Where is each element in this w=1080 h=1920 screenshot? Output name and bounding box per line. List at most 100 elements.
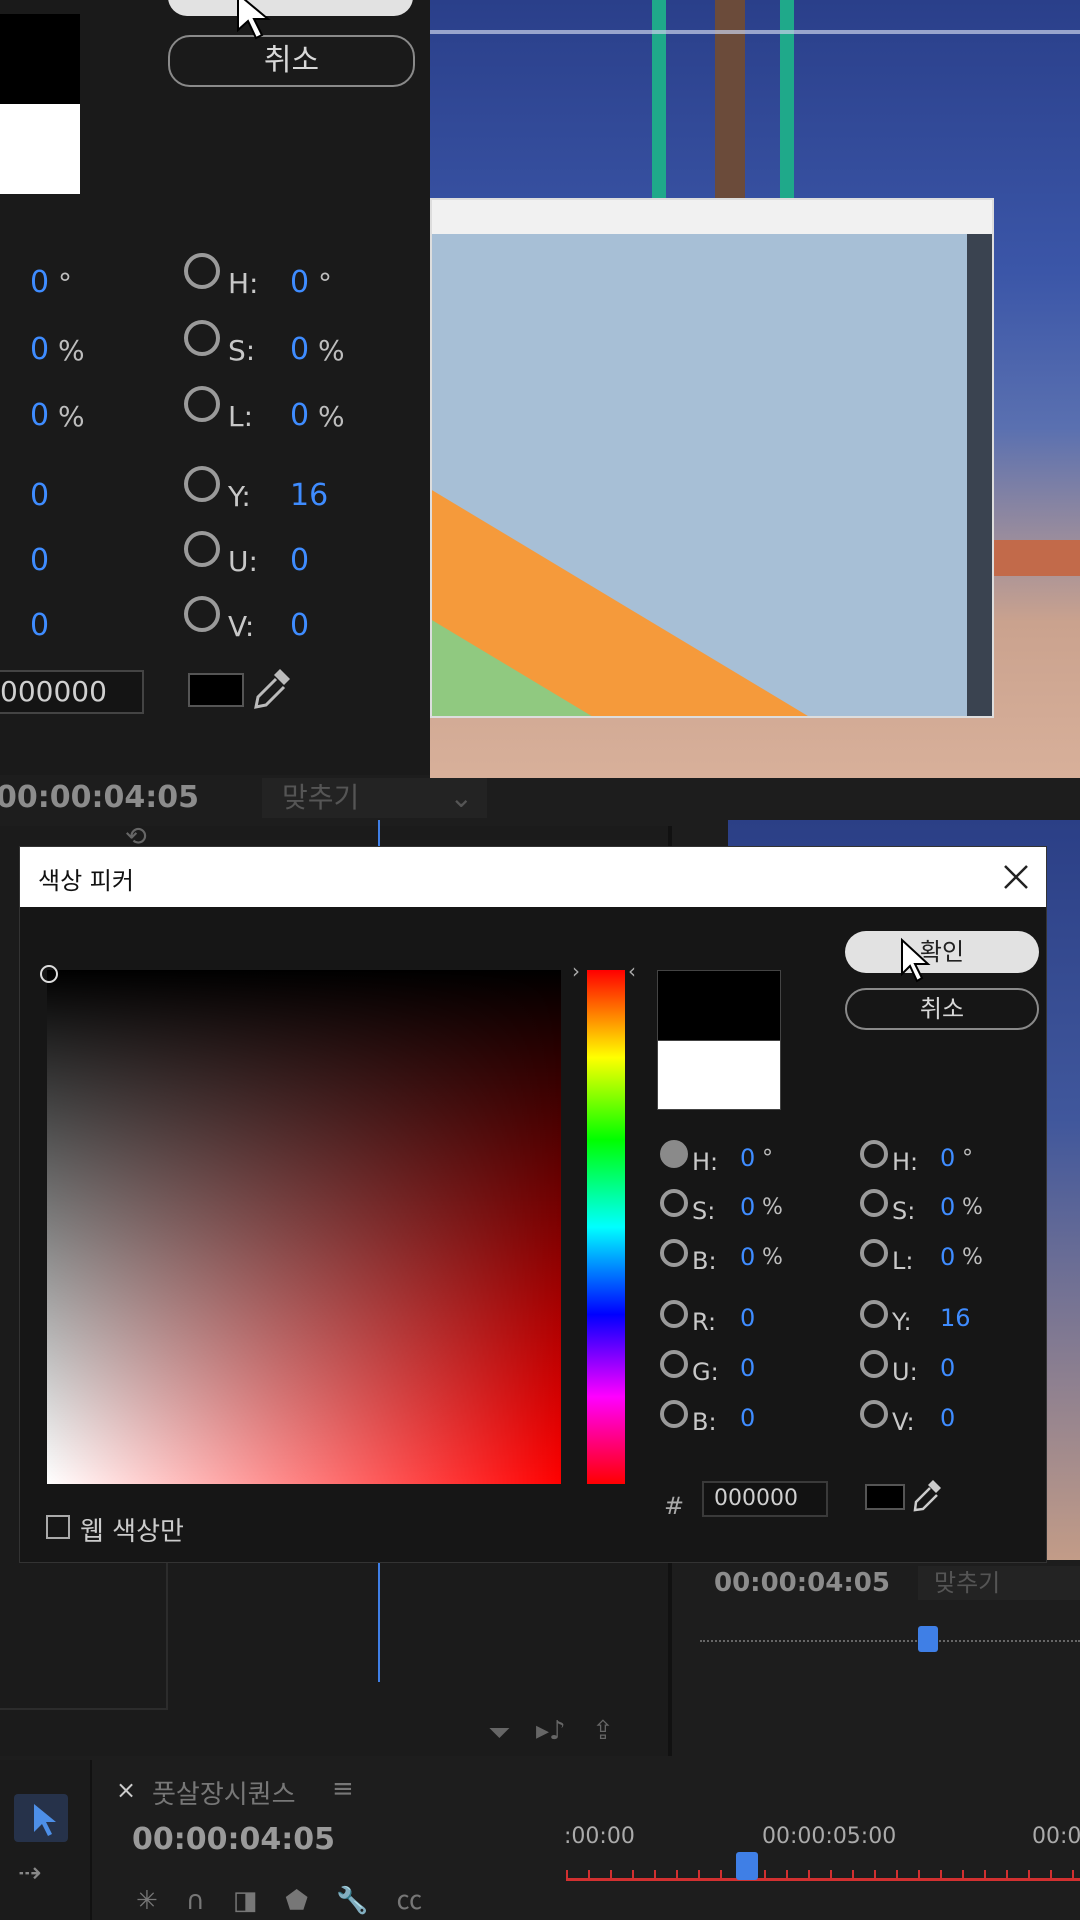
hsl-yuv-radio-button[interactable] [860,1189,888,1217]
sequence-menu-icon[interactable]: ≡ [332,1774,354,1804]
left-field-value[interactable]: 0 [740,1404,755,1432]
bg-left-value[interactable]: 0 [30,608,49,643]
ruler-ticks [566,1870,1080,1880]
hue-slider-right-arrow[interactable]: ‹ [628,959,636,983]
background-picker-panel: 취소 0 ° 0% 0% 0 0 0 H: 0 ° S: 0% L: 0% Y: 16 U: 0 V: 0 0000… [0,0,430,775]
hsl-yuv-radio-button[interactable] [860,1350,888,1378]
left-field-label: B: [692,1247,717,1275]
hex-field[interactable]: 000000 [702,1481,828,1517]
bg-right-value[interactable]: 16 [290,478,328,513]
export-icon[interactable]: ⇪ [592,1716,614,1746]
left-field-label: S: [692,1197,716,1225]
bg-right-unit: ° [318,267,332,300]
bg-radio-button[interactable] [184,320,220,356]
left-field-unit: % [762,1245,783,1270]
color-field-marker[interactable] [40,965,58,983]
right-field-value[interactable]: 16 [940,1304,971,1332]
hsb-rgb-radio-button[interactable] [660,1239,688,1267]
bg-radio-button[interactable] [184,386,220,422]
bg-left-value[interactable]: 0 [30,543,49,578]
marker-icon[interactable]: ⬟ [285,1886,336,1916]
dialog-title: 색상 피커 [38,867,134,895]
timeline-playhead[interactable] [736,1852,758,1880]
right-field-unit: ° [962,1146,973,1171]
ruler-label: 00:00:05:00 [762,1824,897,1849]
close-icon[interactable] [1002,863,1030,891]
bg-radio-button[interactable] [184,531,220,567]
color-field[interactable] [47,970,561,1484]
bg-left-value[interactable]: 0 [30,398,49,433]
bg-right-label: Y: [228,480,251,513]
web-colors-checkbox[interactable] [46,1515,70,1539]
program-fit-dropdown[interactable]: 맞추기 ⌄ [262,778,487,818]
program-timecode[interactable]: 00:00:04:05 [0,780,199,815]
bg-left-value[interactable]: 0 [30,265,49,300]
wrench-icon[interactable]: 🔧 [336,1886,396,1916]
left-field-value[interactable]: 0 [740,1144,755,1172]
linked-icon[interactable]: ◨ [233,1886,286,1916]
bg-left-unit: % [58,400,85,433]
hsl-yuv-radio-button[interactable] [860,1300,888,1328]
bg-eyedropper-icon[interactable] [250,665,294,715]
left-field-value[interactable]: 0 [740,1354,755,1382]
bg-right-value[interactable]: 0 [290,608,309,643]
filter-icon[interactable]: ⏷ [488,1716,510,1750]
bg-right-value[interactable]: 0 [290,543,309,578]
ok-button[interactable]: 확인 [845,931,1039,973]
source-timecode[interactable]: 00:00:04:05 [714,1568,890,1598]
left-field-label: B: [692,1408,717,1436]
mouse-cursor-icon [901,937,931,983]
source-playhead[interactable] [918,1626,938,1652]
hsl-yuv-radio-button[interactable] [860,1140,888,1168]
chevron-down-icon: ⌄ [449,781,473,814]
sequence-tab[interactable]: 풋살장시퀀스 [152,1774,296,1811]
hue-slider-left-arrow[interactable]: › [572,959,580,983]
captions-icon[interactable]: ㏄ [396,1886,450,1916]
bg-cancel-button[interactable]: 취소 [168,35,415,87]
bg-right-unit: % [318,400,345,433]
bg-radio-button[interactable] [184,466,220,502]
bg-right-label: U: [228,545,258,578]
right-field-value[interactable]: 0 [940,1404,955,1432]
timeline-timecode[interactable]: 00:00:04:05 [132,1822,335,1857]
timeline-panel: × 풋살장시퀀스 ≡ 00:00:04:05 ✳∩◨⬟🔧㏄ :00:00 00:… [92,1760,1080,1920]
bg-radio-button[interactable] [184,253,220,289]
track-select-icon[interactable]: ⇢ [18,1856,41,1889]
bg-left-value[interactable]: 0 [30,332,49,367]
snap-icon[interactable]: ✳ [136,1886,186,1916]
insert-icon[interactable]: ▸♪ [536,1716,566,1746]
source-fit-dropdown[interactable]: 맞추기 [918,1566,1080,1600]
timeline-close-icon[interactable]: × [116,1776,136,1804]
bg-right-value[interactable]: 0 [290,332,309,367]
ruler-label: :00:00 [564,1824,635,1849]
right-field-label: L: [892,1247,914,1275]
bg-right-value[interactable]: 0 [290,265,309,300]
magnet-icon[interactable]: ∩ [186,1886,233,1916]
hsl-yuv-radio-button[interactable] [860,1239,888,1267]
bg-right-label: L: [228,400,254,433]
right-field-value[interactable]: 0 [940,1144,955,1172]
hsb-rgb-radio-button[interactable] [660,1189,688,1217]
left-field-value[interactable]: 0 [740,1193,755,1221]
hsb-rgb-radio-button[interactable] [660,1300,688,1328]
bg-hex-field[interactable]: 000000 [0,670,144,714]
dialog-titlebar: 색상 피커 [20,847,1046,907]
eyedropper-icon[interactable] [910,1477,944,1517]
bg-right-label: H: [228,267,259,300]
left-field-value[interactable]: 0 [740,1243,755,1271]
right-field-value[interactable]: 0 [940,1243,955,1271]
hsb-rgb-radio-button[interactable] [660,1400,688,1428]
right-field-value[interactable]: 0 [940,1354,955,1382]
hsb-rgb-radio-button[interactable] [660,1140,688,1168]
hue-slider[interactable] [587,970,625,1484]
left-field-value[interactable]: 0 [740,1304,755,1332]
hsl-yuv-radio-button[interactable] [860,1400,888,1428]
right-field-value[interactable]: 0 [940,1193,955,1221]
hsb-rgb-radio-button[interactable] [660,1350,688,1378]
bg-ok-button[interactable] [168,0,413,16]
bg-right-value[interactable]: 0 [290,398,309,433]
bg-left-value[interactable]: 0 [30,478,49,513]
selection-tool[interactable] [14,1794,68,1842]
cancel-button[interactable]: 취소 [845,988,1039,1030]
bg-radio-button[interactable] [184,596,220,632]
